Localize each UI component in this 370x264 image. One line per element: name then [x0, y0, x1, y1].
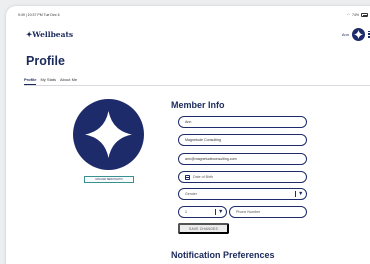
- tab-profile[interactable]: Profile: [24, 77, 37, 85]
- tabs-divider: [24, 85, 370, 86]
- dob-placeholder: Date of Birth: [193, 175, 213, 179]
- upload-photo-button[interactable]: UPLOAD NEW PHOTO: [84, 176, 134, 183]
- device-frame: 9:49 | 10:37 PM Tue Dec 6 ◠ 74% ✦Wellbea…: [6, 6, 370, 264]
- gender-select[interactable]: Gender ▼: [178, 188, 307, 200]
- chevron-down-icon: ▼: [218, 209, 224, 215]
- country-code-select[interactable]: 1 ▼: [178, 206, 227, 218]
- select-divider: [295, 191, 296, 197]
- first-name-field[interactable]: Ann: [178, 116, 307, 128]
- user-name[interactable]: Ann: [342, 32, 349, 37]
- status-indicators: ◠ 74%: [347, 13, 368, 17]
- select-divider: [215, 209, 216, 215]
- brand-logo[interactable]: ✦Wellbeats: [26, 30, 73, 39]
- star-icon: [354, 29, 363, 39]
- tab-my-stats[interactable]: My Stats: [40, 77, 56, 85]
- tab-about-me[interactable]: About Me: [60, 77, 77, 85]
- profile-photo: [73, 99, 144, 170]
- calendar-icon: [185, 174, 190, 180]
- phone-field[interactable]: Phone Number: [229, 206, 307, 218]
- profile-tabs: Profile My Stats About Me: [24, 77, 77, 85]
- save-changes-button[interactable]: SAVE CHANGES: [178, 223, 229, 234]
- battery-icon: [361, 13, 368, 17]
- battery-percent: 74%: [351, 13, 359, 17]
- user-menu[interactable]: Ann: [342, 27, 370, 41]
- member-info-title: Member Info: [171, 100, 225, 110]
- email-field[interactable]: ann@magnetudeconsulting.com: [178, 153, 307, 165]
- status-bar: 9:49 | 10:37 PM Tue Dec 6 ◠ 74%: [18, 13, 368, 19]
- avatar[interactable]: [352, 27, 365, 41]
- chevron-down-icon: ▼: [298, 191, 304, 197]
- gender-placeholder: Gender: [185, 192, 197, 196]
- status-time: 9:49 | 10:37 PM Tue Dec 6: [18, 13, 60, 17]
- notification-preferences-title: Notification Preferences: [171, 250, 275, 260]
- star-icon: [85, 111, 132, 158]
- country-code-value: 1: [185, 210, 187, 214]
- page-title: Profile: [26, 54, 65, 68]
- dob-field[interactable]: Date of Birth: [178, 171, 307, 183]
- wifi-icon: ◠: [346, 13, 350, 17]
- company-field[interactable]: Magnetude Consulting: [178, 134, 307, 146]
